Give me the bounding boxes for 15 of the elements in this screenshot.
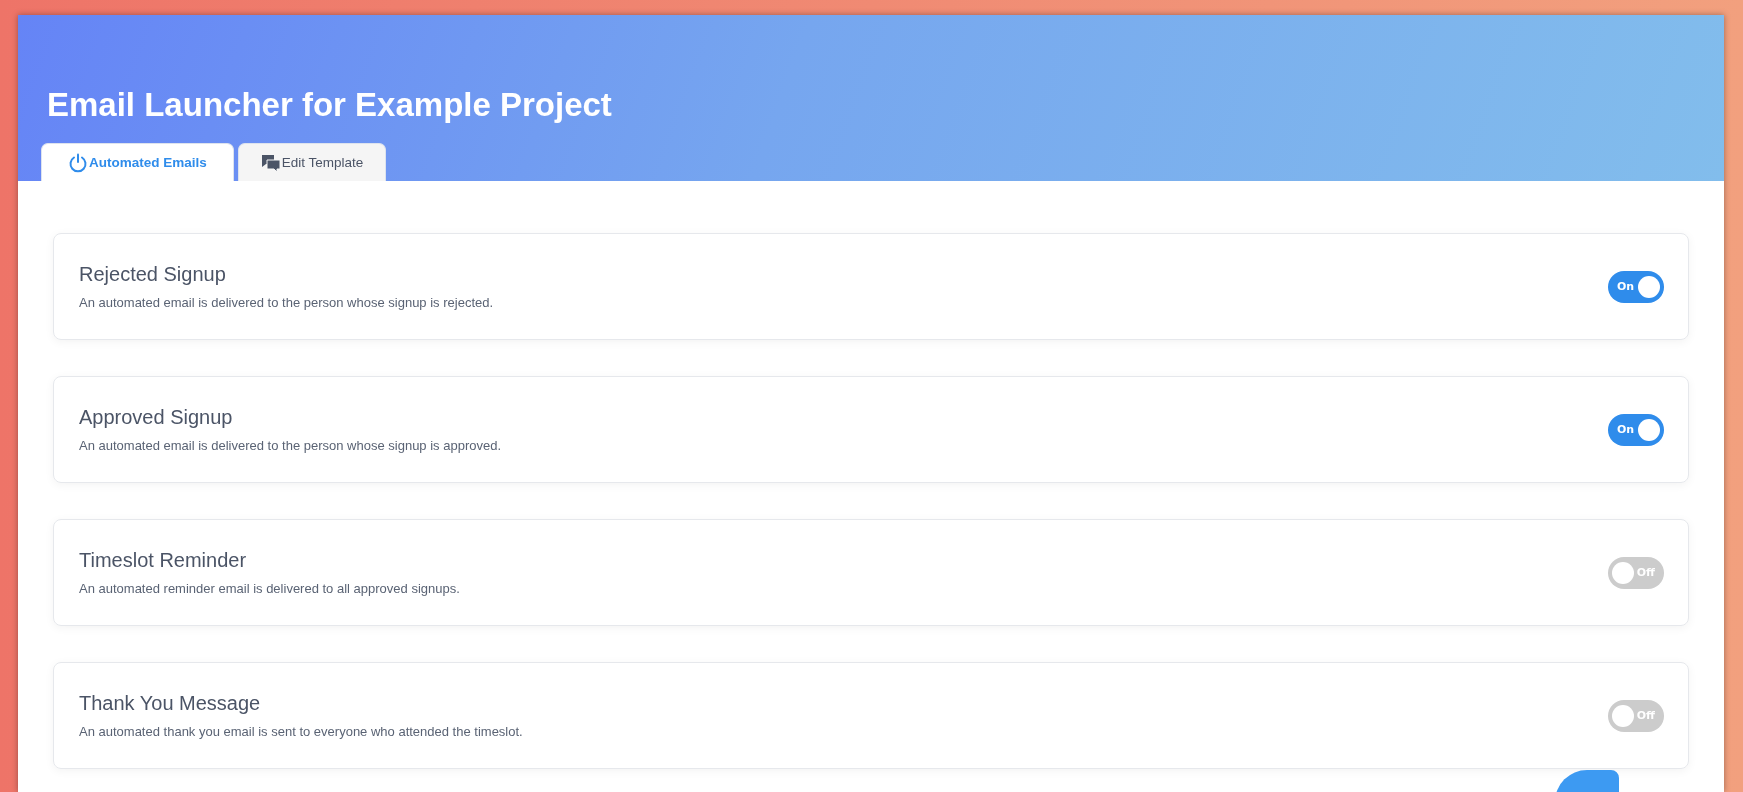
email-description: An automated reminder email is delivered to all approved signups.	[79, 581, 460, 596]
toggle-switch[interactable]: On	[1608, 413, 1664, 446]
toggle-switch[interactable]: On	[1608, 270, 1664, 303]
email-description: An automated email is delivered to the person whose signup is approved.	[79, 438, 502, 453]
email-title: Approved Signup	[79, 406, 234, 429]
page-title: Email Launcher for Example Project	[46, 86, 612, 123]
email-title: Thank You Message	[79, 692, 262, 715]
email-description: An automated email is delivered to the person whose signup is rejected.	[79, 295, 494, 310]
power-icon	[68, 152, 88, 173]
email-title: Timeslot Reminder	[79, 549, 248, 572]
email-description: An automated thank you email is sent to everyone who attended the timeslot.	[79, 724, 523, 739]
chat-icon	[260, 152, 281, 173]
tab[interactable]: Automated Emails	[41, 143, 234, 181]
tab[interactable]: Edit Template	[237, 143, 387, 181]
email-title: Rejected Signup	[79, 263, 227, 286]
